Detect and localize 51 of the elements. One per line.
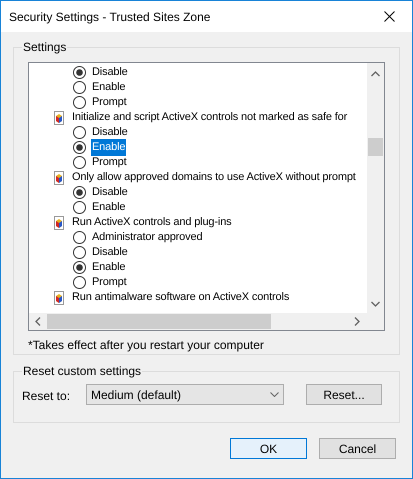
option-label[interactable]: Enable — [91, 139, 126, 156]
scroll-right-icon[interactable] — [354, 317, 360, 326]
radio-button[interactable] — [73, 81, 86, 94]
option-label[interactable]: Prompt — [91, 154, 128, 171]
ok-button[interactable]: OK — [230, 438, 307, 459]
settings-icon — [54, 170, 64, 184]
scrollbar-thumb[interactable] — [47, 314, 271, 329]
scrollbar-thumb[interactable] — [368, 138, 383, 156]
level-dropdown[interactable]: Medium (default) — [86, 384, 284, 405]
radio-button[interactable] — [73, 141, 86, 154]
scroll-down-icon[interactable] — [371, 301, 380, 307]
setting-heading: Run antimalware software on ActiveX controls — [72, 290, 290, 306]
settings-icon — [54, 290, 64, 304]
vertical-scrollbar[interactable] — [367, 63, 384, 313]
option-label[interactable]: Disable — [91, 124, 129, 141]
window-title: Security Settings - Trusted Sites Zone — [9, 8, 210, 26]
radio-button[interactable] — [73, 126, 86, 139]
group-label: Settings — [22, 39, 68, 55]
option-label[interactable]: Prompt — [91, 94, 128, 111]
option-label[interactable]: Enable — [91, 259, 126, 276]
reset-button[interactable]: Reset... — [306, 384, 382, 405]
radio-button[interactable] — [73, 186, 86, 199]
scroll-up-icon[interactable] — [371, 71, 380, 77]
setting-heading: Run ActiveX controls and plug-ins — [72, 215, 232, 230]
group-label: Reset custom settings — [22, 363, 142, 379]
restart-note: *Takes effect after you restart your computer — [28, 337, 264, 354]
setting-heading: Only allow approved domains to use ActiveX without prompt — [72, 170, 356, 186]
settings-icon — [54, 110, 64, 124]
option-label[interactable]: Prompt — [91, 274, 128, 291]
setting-heading: Initialize and script ActiveX controls not marked as safe for — [72, 110, 348, 126]
radio-button[interactable] — [73, 66, 86, 79]
radio-button[interactable] — [73, 96, 86, 109]
settings-icon — [54, 216, 64, 230]
radio-button[interactable] — [73, 276, 86, 289]
reset-to-label: Reset to: — [22, 388, 72, 405]
option-label[interactable]: Disable — [91, 244, 129, 261]
radio-button[interactable] — [73, 231, 86, 244]
dropdown-caret-icon — [270, 392, 279, 397]
close-icon — [384, 11, 395, 22]
scroll-left-icon[interactable] — [35, 317, 41, 326]
option-label[interactable]: Disable — [91, 64, 129, 81]
radio-button[interactable] — [73, 246, 86, 259]
option-label[interactable]: Administrator approved — [91, 229, 204, 246]
radio-button[interactable] — [73, 156, 86, 169]
option-label[interactable]: Enable — [91, 199, 126, 216]
cancel-button[interactable]: Cancel — [319, 438, 396, 459]
radio-button[interactable] — [73, 201, 86, 214]
horizontal-scrollbar[interactable] — [29, 313, 384, 330]
option-label[interactable]: Enable — [91, 79, 126, 96]
radio-button[interactable] — [73, 261, 86, 274]
option-label[interactable]: Disable — [91, 184, 129, 201]
